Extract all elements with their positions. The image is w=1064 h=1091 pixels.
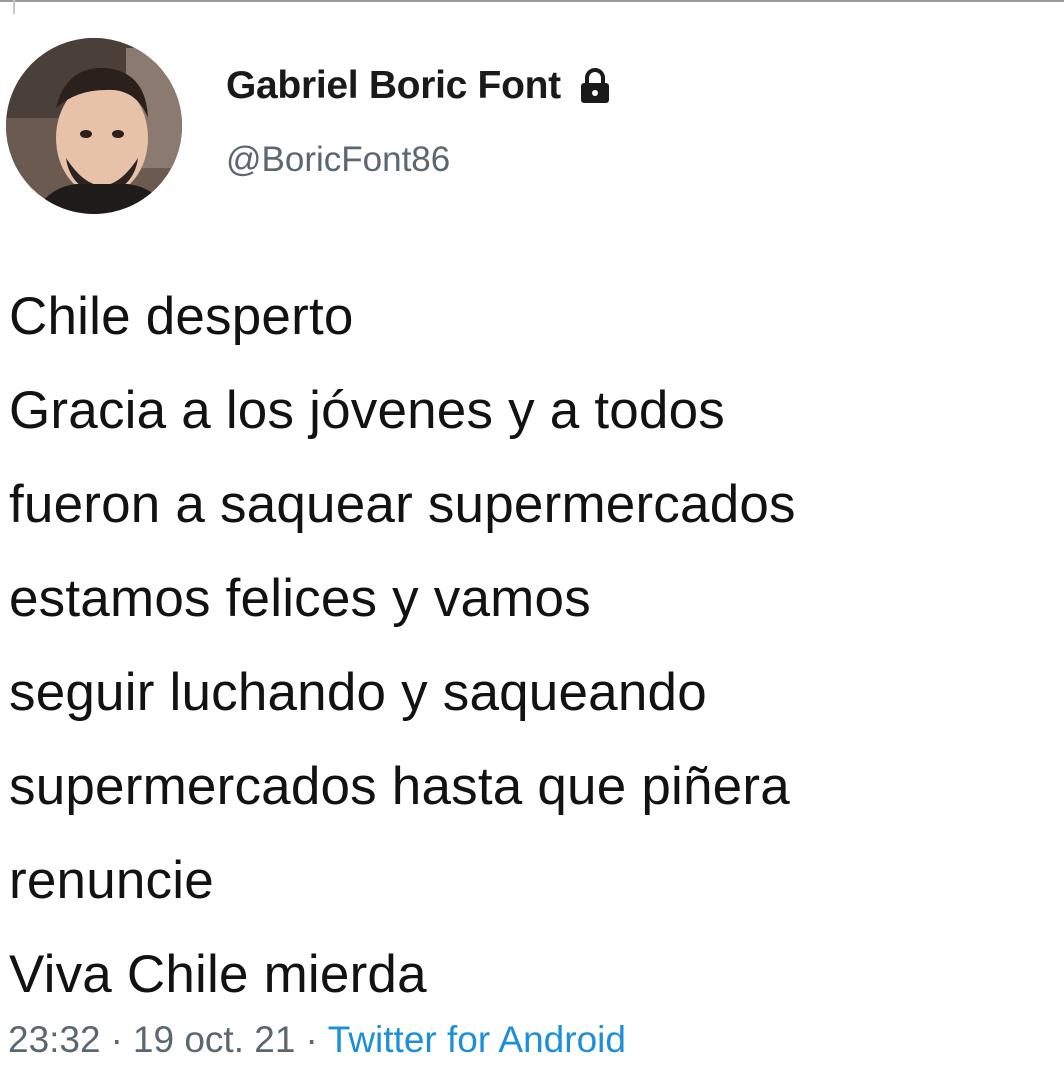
tweet-text-line: seguir luchando y saqueando (9, 663, 707, 722)
tweet-card: Gabriel Boric Font @BoricFont86 Chile de… (0, 0, 1064, 1091)
tweet-text-line: Viva Chile mierda (9, 945, 427, 1004)
tweet-text: Chile desperto Gracia a los jóvenes y a … (9, 270, 1064, 1022)
avatar-photo-icon (6, 38, 182, 214)
tweet-text-line: Gracia a los jóvenes y a todos (9, 381, 725, 440)
tweet-text-line: fueron a saquear supermercados (9, 475, 796, 534)
tweet-metadata: 23:32 · 19 oct. 21 · Twitter for Android (8, 1019, 626, 1061)
tweet-text-line: supermercados hasta que piñera (9, 757, 790, 816)
meta-separator: · (305, 1019, 318, 1060)
author-handle[interactable]: @BoricFont86 (226, 140, 615, 180)
tweet-time[interactable]: 23:32 (8, 1019, 101, 1060)
tweet-text-line: Chile desperto (9, 287, 354, 346)
lock-icon (575, 66, 615, 106)
tweet-text-line: estamos felices y vamos (9, 569, 591, 628)
avatar[interactable] (6, 38, 182, 214)
display-name-row: Gabriel Boric Font (226, 62, 615, 110)
tweet-text-line: renuncie (9, 851, 214, 910)
tweet-source-link[interactable]: Twitter for Android (328, 1019, 626, 1060)
author-identity: Gabriel Boric Font @BoricFont86 (226, 62, 615, 180)
author-display-name[interactable]: Gabriel Boric Font (226, 64, 561, 108)
meta-separator: · (110, 1019, 123, 1060)
tweet-date[interactable]: 19 oct. 21 (133, 1019, 296, 1060)
